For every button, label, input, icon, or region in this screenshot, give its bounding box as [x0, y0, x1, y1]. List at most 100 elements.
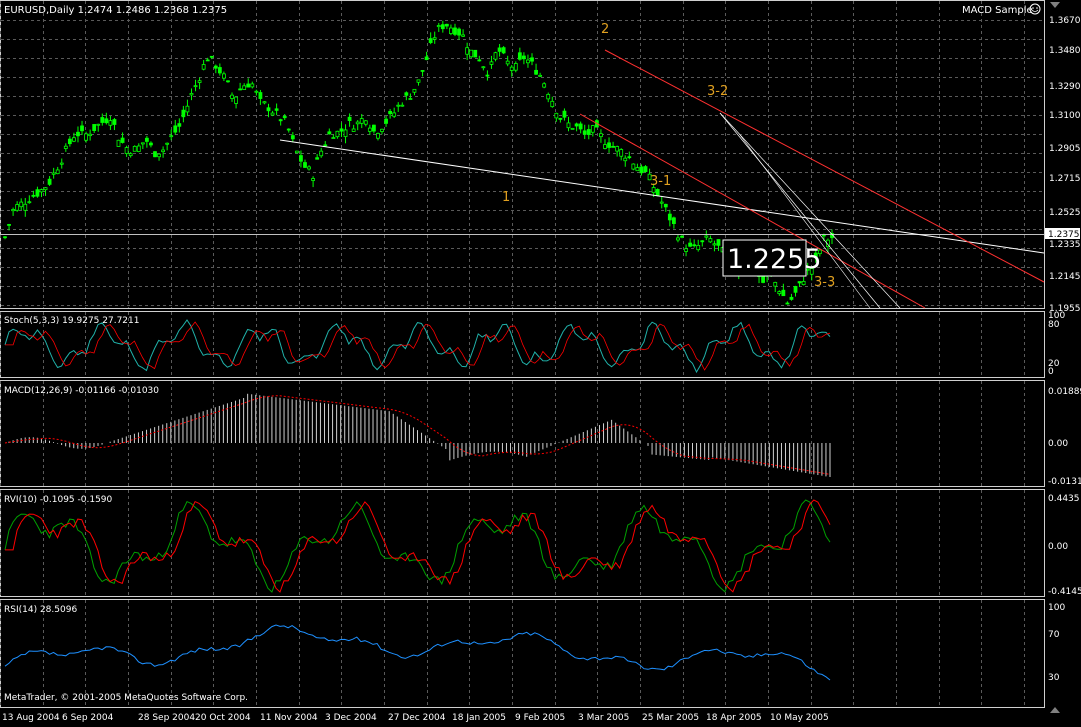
indicator-axis-tick: 0.01889 [1048, 387, 1081, 397]
candle-body [586, 129, 591, 135]
candle-body [294, 150, 299, 154]
candle-body [696, 244, 701, 251]
candle-body [226, 80, 230, 83]
symbol-info: EURUSD,Daily 1.2474 1.2486 1.2368 1.2375 [4, 5, 227, 16]
candle-body [465, 47, 470, 55]
candle-body [538, 74, 543, 77]
candle-body [116, 139, 121, 147]
candle-body [615, 146, 620, 152]
candle-body [639, 166, 644, 174]
candle-body [676, 237, 680, 241]
candle-body [655, 189, 660, 196]
candle-body [205, 59, 210, 62]
expert-label: MACD Sample [962, 5, 1033, 16]
candle-body [144, 137, 149, 142]
candle-body [165, 142, 170, 145]
candle-body [546, 94, 551, 100]
candle-body [347, 116, 352, 122]
candle-body [51, 172, 56, 175]
candle-body [388, 110, 393, 115]
candle-body [140, 142, 145, 145]
time-axis-tick: 18 Apr 2005 [706, 713, 762, 723]
candle-body [392, 112, 397, 117]
candle-body [19, 201, 24, 208]
candle-body [359, 118, 364, 124]
wave-label-3-1: 3-1 [650, 174, 671, 189]
candle-body [319, 150, 324, 157]
candle-body [801, 280, 806, 286]
candle-body [230, 94, 234, 99]
candle-body [258, 92, 263, 99]
candle-body [599, 133, 603, 138]
price-axis-tick: 1.3290 [1049, 82, 1081, 92]
candle-body [680, 235, 684, 238]
candle-body [222, 73, 226, 79]
candle-body [659, 201, 664, 204]
candle-body [485, 74, 490, 77]
candle-body [667, 213, 672, 221]
candle-body [96, 123, 101, 126]
candle-body [136, 145, 141, 152]
trading-chart[interactable]: EURUSD,Daily 1.2474 1.2486 1.2368 1.2375… [0, 0, 1081, 723]
candle-body [501, 47, 506, 54]
candle-body [299, 155, 303, 162]
price-axis-tick: 1.2335 [1049, 240, 1081, 250]
candle-body [570, 127, 575, 130]
candle-body [363, 120, 368, 125]
candle-body [607, 142, 611, 148]
candle-body [700, 240, 705, 243]
candle-body [623, 157, 628, 162]
time-axis-tick: 11 Nov 2004 [260, 713, 318, 723]
time-axis-tick: 3 Dec 2004 [325, 713, 377, 723]
candle-body [789, 296, 794, 300]
candle-body [270, 112, 275, 116]
candle-body [461, 34, 465, 37]
candle-body [217, 67, 222, 74]
candle-body [453, 27, 457, 35]
copyright: MetaTrader, © 2001-2005 MetaQuotes Softw… [4, 693, 248, 703]
candle-body [554, 112, 559, 119]
candle-body [692, 244, 697, 247]
candle-body [396, 104, 401, 107]
candle-body [355, 121, 360, 125]
candle-body [473, 49, 478, 58]
candle-body [530, 57, 534, 62]
candle-body [542, 83, 547, 88]
candle-body [603, 144, 607, 149]
candle-body [11, 209, 16, 212]
time-axis-tick: 28 Sep 2004 [138, 713, 195, 723]
candle-body [428, 38, 433, 44]
price-axis-tick: 1.2525 [1049, 208, 1081, 218]
candle-body [493, 52, 498, 60]
indicator-axis-tick: -0.4145 [1048, 587, 1081, 597]
candle-body [449, 27, 453, 34]
indicator-axis-tick: 30 [1048, 673, 1060, 683]
candle-body [797, 281, 802, 284]
candle-body [343, 129, 348, 138]
candle-body [550, 100, 555, 108]
candle-body [558, 117, 563, 120]
candle-body [631, 163, 636, 170]
candle-body [351, 128, 356, 132]
candle-body [367, 127, 372, 132]
candle-body [408, 98, 413, 100]
candle-body [278, 119, 283, 122]
candle-body [372, 124, 376, 132]
indicator-axis-tick: 0.4435 [1048, 494, 1080, 504]
candle-body [213, 65, 218, 69]
candle-body [566, 122, 571, 129]
time-axis-tick: 20 Oct 2004 [195, 713, 251, 723]
candle-body [489, 61, 494, 65]
price-label-text: 1.2255 [727, 244, 821, 275]
indicator-axis-tick: 100 [1048, 603, 1065, 613]
candle-body [290, 135, 295, 140]
candle-body [157, 153, 161, 158]
time-axis-tick: 18 Jan 2005 [452, 713, 506, 723]
candle-body [400, 104, 405, 107]
candle-body [124, 147, 129, 155]
time-axis-tick: 9 Feb 2005 [515, 713, 565, 723]
candle-body [708, 238, 713, 243]
candle-body [611, 145, 615, 148]
candle-body [440, 24, 445, 30]
candle-body [481, 66, 486, 69]
